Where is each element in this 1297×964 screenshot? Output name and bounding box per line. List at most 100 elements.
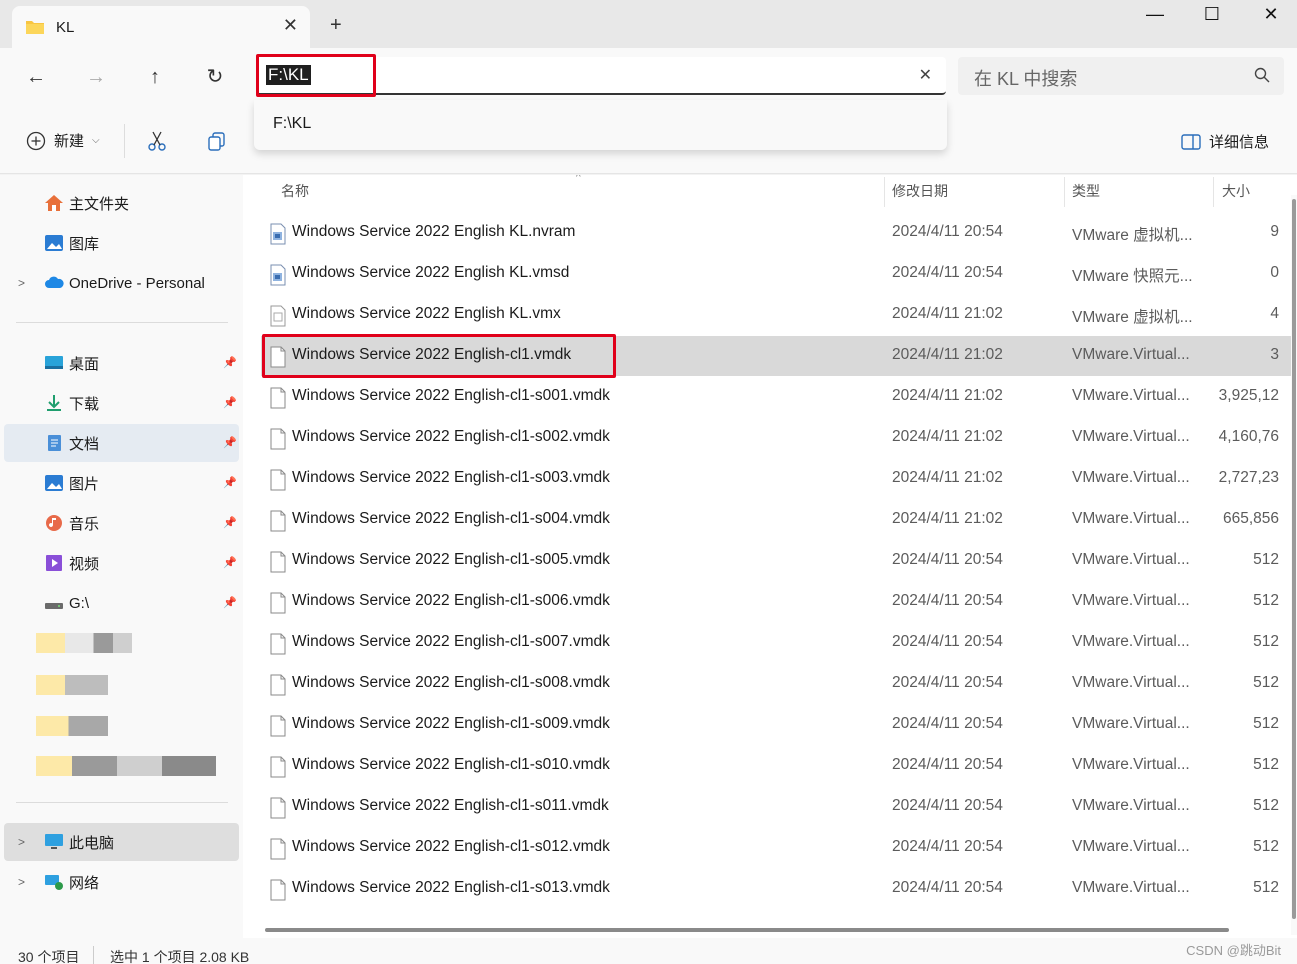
maximize-button[interactable]: ☐ — [1192, 4, 1232, 28]
file-name: Windows Service 2022 English-cl1-s006.vm… — [292, 592, 610, 609]
sidebar-item-music[interactable]: 音乐 📌 — [4, 504, 239, 542]
file-icon — [270, 715, 286, 737]
search-icon[interactable] — [1254, 67, 1270, 83]
file-size: 665,856 — [1222, 510, 1279, 527]
sidebar-item-home[interactable]: 主文件夹 — [4, 184, 239, 222]
pin-icon[interactable]: 📌 — [223, 556, 237, 570]
file-row[interactable]: Windows Service 2022 English KL.vmx 2024/… — [261, 295, 1291, 335]
new-button[interactable]: 新建 ⌵ — [26, 130, 100, 151]
cut-icon[interactable] — [146, 130, 168, 152]
redacted-item — [36, 716, 108, 736]
column-divider[interactable] — [1213, 177, 1214, 207]
tab-close-icon[interactable]: ✕ — [283, 15, 298, 36]
horizontal-scrollbar[interactable] — [265, 928, 1229, 932]
sidebar-item-videos[interactable]: 视频 📌 — [4, 544, 239, 582]
gallery-icon — [45, 235, 63, 251]
file-row[interactable]: Windows Service 2022 English-cl1-s007.vm… — [261, 623, 1291, 663]
file-size: 512 — [1253, 797, 1279, 814]
column-divider[interactable] — [884, 177, 885, 207]
file-row[interactable]: Windows Service 2022 English KL.vmsd 2024… — [261, 254, 1291, 294]
sidebar-item-network[interactable]: > 网络 — [4, 863, 239, 901]
vmware-file-icon — [270, 223, 286, 245]
file-row[interactable]: Windows Service 2022 English-cl1-s002.vm… — [261, 418, 1291, 458]
column-divider[interactable] — [1064, 177, 1065, 207]
pin-icon[interactable]: 📌 — [223, 436, 237, 450]
column-header-name[interactable]: 名称 — [281, 175, 309, 207]
scrollbar-thumb[interactable] — [1292, 199, 1296, 919]
file-row[interactable]: Windows Service 2022 English-cl1-s004.vm… — [261, 500, 1291, 540]
pin-icon[interactable]: 📌 — [223, 476, 237, 490]
file-modified: 2024/4/11 20:54 — [892, 756, 1003, 773]
details-pane-button[interactable]: 详细信息 — [1181, 131, 1269, 152]
vertical-scrollbar[interactable] — [1291, 195, 1297, 935]
download-icon — [47, 395, 61, 411]
watermark: CSDN @跳动Bit — [1186, 943, 1281, 958]
chevron-right-icon[interactable]: > — [18, 835, 25, 849]
file-modified: 2024/4/11 20:54 — [892, 592, 1003, 609]
column-header-type[interactable]: 类型 — [1072, 175, 1100, 207]
search-box[interactable]: 在 KL 中搜索 — [958, 57, 1284, 95]
file-icon — [270, 428, 286, 450]
sidebar-item-pictures[interactable]: 图片 📌 — [4, 464, 239, 502]
chevron-right-icon[interactable]: > — [18, 875, 25, 889]
pin-icon[interactable]: 📌 — [223, 356, 237, 370]
file-row[interactable]: Windows Service 2022 English-cl1-s006.vm… — [261, 582, 1291, 622]
pin-icon[interactable]: 📌 — [223, 516, 237, 530]
close-button[interactable]: ✕ — [1251, 4, 1291, 28]
file-name: Windows Service 2022 English KL.nvram — [292, 223, 576, 240]
file-icon — [270, 838, 286, 860]
file-list: ^ 名称 修改日期 类型 大小 Windows Service 2022 Eng… — [243, 175, 1297, 938]
refresh-button[interactable]: ↻ — [201, 63, 229, 91]
file-type: VMware.Virtual... — [1072, 387, 1190, 404]
tab-kl[interactable]: KL ✕ — [12, 6, 310, 48]
file-row[interactable]: Windows Service 2022 English KL.nvram 202… — [261, 213, 1291, 253]
up-button[interactable]: ↑ — [141, 63, 169, 91]
sidebar-label: 图库 — [69, 235, 100, 253]
sidebar-item-documents[interactable]: 文档 📌 — [4, 424, 239, 462]
file-type: VMware.Virtual... — [1072, 346, 1190, 363]
sidebar-item-drive-g[interactable]: G:\ 📌 — [4, 584, 239, 622]
file-row[interactable]: Windows Service 2022 English-cl1-s003.vm… — [261, 459, 1291, 499]
pin-icon[interactable]: 📌 — [223, 596, 237, 610]
file-row[interactable]: Windows Service 2022 English-cl1-s008.vm… — [261, 664, 1291, 704]
plus-circle-icon — [26, 131, 46, 150]
sidebar-item-desktop[interactable]: 桌面 📌 — [4, 344, 239, 382]
file-row[interactable]: Windows Service 2022 English-cl1-s012.vm… — [261, 828, 1291, 868]
file-size: 512 — [1253, 674, 1279, 691]
file-row[interactable]: Windows Service 2022 English-cl1-s009.vm… — [261, 705, 1291, 745]
file-type: VMware.Virtual... — [1072, 469, 1190, 486]
sidebar-item-downloads[interactable]: 下载 📌 — [4, 384, 239, 422]
pin-icon[interactable]: 📌 — [223, 396, 237, 410]
toolbar-divider — [124, 124, 125, 158]
sidebar-item-gallery[interactable]: 图库 — [4, 224, 239, 262]
minimize-button[interactable]: — — [1135, 4, 1175, 28]
file-modified: 2024/4/11 20:54 — [892, 264, 1003, 281]
file-row[interactable]: Windows Service 2022 English-cl1-s010.vm… — [261, 746, 1291, 786]
file-row[interactable]: Windows Service 2022 English-cl1-s013.vm… — [261, 869, 1291, 909]
file-row[interactable]: Windows Service 2022 English-cl1-s005.vm… — [261, 541, 1291, 581]
forward-button[interactable]: → — [82, 63, 110, 91]
redacted-item — [36, 675, 108, 695]
sidebar-item-onedrive[interactable]: > OneDrive - Personal — [4, 264, 239, 302]
file-size: 9 — [1270, 223, 1279, 240]
redacted-item — [36, 756, 216, 776]
suggestion-item[interactable]: F:\KL — [273, 115, 311, 133]
column-header-modified[interactable]: 修改日期 — [892, 175, 948, 207]
status-divider — [93, 946, 94, 964]
new-tab-button[interactable]: + — [330, 14, 342, 37]
sidebar-item-this-pc[interactable]: > 此电脑 — [4, 823, 239, 861]
details-label: 详细信息 — [1208, 134, 1269, 151]
clear-address-icon[interactable]: ✕ — [919, 65, 932, 85]
search-input[interactable]: 在 KL 中搜索 — [974, 65, 1077, 91]
file-row[interactable]: Windows Service 2022 English-cl1-s001.vm… — [261, 377, 1291, 417]
copy-icon[interactable] — [206, 130, 228, 152]
file-modified: 2024/4/11 20:54 — [892, 674, 1003, 691]
chevron-right-icon[interactable]: > — [18, 276, 25, 290]
file-type: VMware 快照元... — [1072, 268, 1193, 285]
home-icon — [45, 195, 63, 211]
back-button[interactable]: ← — [22, 63, 50, 91]
file-name: Windows Service 2022 English-cl1-s002.vm… — [292, 428, 610, 445]
file-row[interactable]: Windows Service 2022 English-cl1-s011.vm… — [261, 787, 1291, 827]
column-header-size[interactable]: 大小 — [1222, 175, 1250, 207]
file-name: Windows Service 2022 English-cl1-s009.vm… — [292, 715, 610, 732]
